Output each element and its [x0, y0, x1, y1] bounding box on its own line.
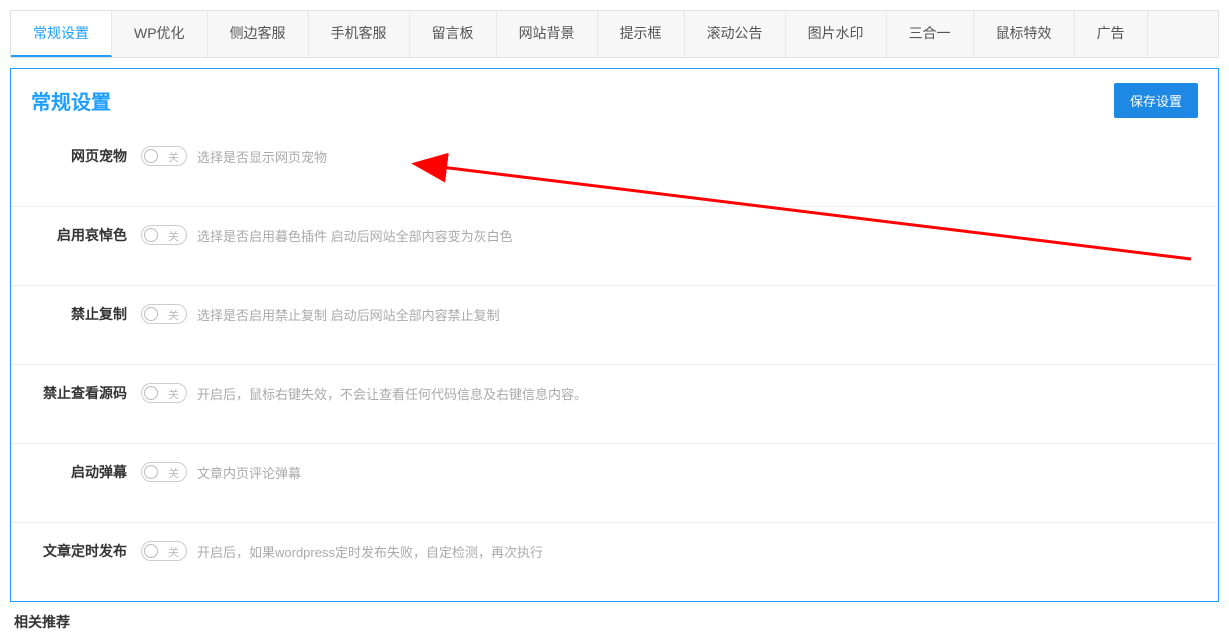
setting-label: 启动弹幕	[31, 462, 141, 482]
setting-label: 禁止查看源码	[31, 383, 141, 403]
toggle-knob	[144, 386, 158, 400]
toggle-switch[interactable]: 关	[141, 146, 187, 166]
setting-label: 禁止复制	[31, 304, 141, 324]
setting-row-0: 网页宠物 关 选择是否显示网页宠物	[11, 128, 1218, 207]
tab-11[interactable]: 广告	[1075, 11, 1148, 57]
toggle-off-text: 关	[168, 149, 179, 165]
toggle-knob	[144, 465, 158, 479]
toggle-knob	[144, 149, 158, 163]
toggle-switch[interactable]: 关	[141, 462, 187, 482]
toggle-switch[interactable]: 关	[141, 383, 187, 403]
setting-row-2: 禁止复制 关 选择是否启用禁止复制 启动后网站全部内容禁止复制	[11, 286, 1218, 365]
settings-rows: 网页宠物关选择是否显示网页宠物启用哀悼色关选择是否启用暮色插件 启动后网站全部内…	[11, 128, 1218, 601]
setting-description: 开启后，鼠标右键失效，不会让查看任何代码信息及右键信息内容。	[197, 384, 587, 403]
toggle-knob	[144, 228, 158, 242]
toggle-off-text: 关	[168, 228, 179, 244]
tab-7[interactable]: 滚动公告	[685, 11, 786, 57]
tab-2[interactable]: 侧边客服	[208, 11, 309, 57]
tab-3[interactable]: 手机客服	[309, 11, 410, 57]
tab-5[interactable]: 网站背景	[497, 11, 598, 57]
setting-description: 文章内页评论弹幕	[197, 463, 301, 482]
settings-panel: 常规设置 保存设置 网页宠物关选择是否显示网页宠物启用哀悼色关选择是否启用暮色插…	[10, 68, 1219, 602]
toggle-off-text: 关	[168, 307, 179, 323]
tab-9[interactable]: 三合一	[887, 11, 974, 57]
panel-title: 常规设置	[31, 86, 111, 115]
setting-description: 选择是否显示网页宠物	[197, 147, 327, 166]
setting-label: 启用哀悼色	[31, 225, 141, 245]
setting-description: 选择是否启用禁止复制 启动后网站全部内容禁止复制	[197, 305, 500, 324]
toggle-switch[interactable]: 关	[141, 304, 187, 324]
footer-note: 相关推荐	[14, 612, 1215, 632]
tab-6[interactable]: 提示框	[598, 11, 685, 57]
setting-row-5: 文章定时发布关开启后，如果wordpress定时发布失败，自定检测，再次执行	[11, 523, 1218, 601]
setting-row-1: 启用哀悼色 关 选择是否启用暮色插件 启动后网站全部内容变为灰白色	[11, 207, 1218, 286]
toggle-off-text: 关	[168, 465, 179, 481]
toggle-switch[interactable]: 关	[141, 225, 187, 245]
toggle-knob	[144, 544, 158, 558]
tab-10[interactable]: 鼠标特效	[974, 11, 1075, 57]
toggle-knob	[144, 307, 158, 321]
tabs-bar: 常规设置WP优化侧边客服手机客服留言板网站背景提示框滚动公告图片水印三合一鼠标特…	[10, 10, 1219, 58]
setting-label: 网页宠物	[31, 146, 141, 166]
tab-0[interactable]: 常规设置	[11, 11, 112, 57]
setting-label: 文章定时发布	[31, 541, 141, 561]
tab-1[interactable]: WP优化	[112, 11, 208, 57]
setting-row-4: 启动弹幕 关 文章内页评论弹幕	[11, 444, 1218, 523]
tab-4[interactable]: 留言板	[410, 11, 497, 57]
setting-row-3: 禁止查看源码 关 开启后，鼠标右键失效，不会让查看任何代码信息及右键信息内容。	[11, 365, 1218, 444]
toggle-switch[interactable]: 关	[141, 541, 187, 561]
tab-8[interactable]: 图片水印	[786, 11, 887, 57]
panel-header: 常规设置 保存设置	[11, 69, 1218, 128]
toggle-off-text: 关	[168, 386, 179, 402]
save-button[interactable]: 保存设置	[1114, 83, 1198, 118]
setting-description: 选择是否启用暮色插件 启动后网站全部内容变为灰白色	[197, 226, 513, 245]
